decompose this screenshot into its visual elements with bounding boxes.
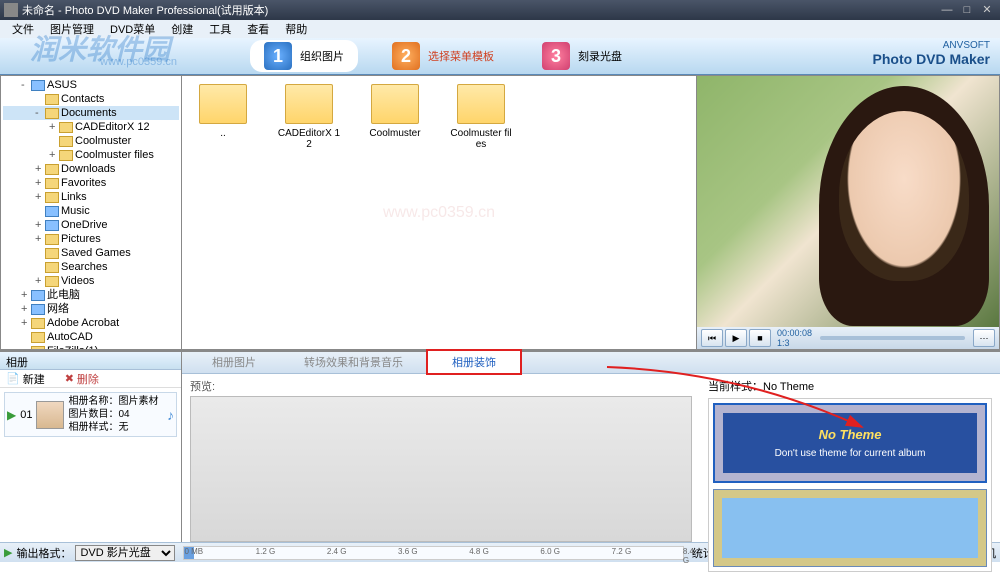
tree-node[interactable]: -ASUS [3,78,179,92]
new-icon: 📄 [6,372,20,385]
step-3[interactable]: 3刻录光盘 [528,40,636,72]
preview-panel: ⏮ ▶ ■ 00:00:081:3 ⋯ [697,75,1000,350]
play-icon: ▶ [7,408,16,422]
brand-label: ANVSOFT Photo DVD Maker [873,40,990,67]
play-icon: ▶ [4,546,12,559]
preview-label: 预览: [190,378,692,394]
tab-strip: 相册图片转场效果和背景音乐相册装饰 [182,352,1000,374]
tree-node[interactable]: +Favorites [3,176,179,190]
folder-tree[interactable]: -ASUSContacts-Documents+CADEditorX 12Coo… [0,75,182,350]
watermark-url: www.pc0359.cn [100,56,177,68]
close-button[interactable]: ✕ [978,3,996,17]
tree-node[interactable]: Coolmuster [3,134,179,148]
step-bar: 润米软件园 www.pc0359.cn 1组织图片2选择菜单模板3刻录光盘 AN… [0,38,1000,74]
output-format-select[interactable]: DVD 影片光盘 [75,545,175,561]
menu-item[interactable]: 文件 [4,21,42,37]
delete-album-button[interactable]: ✖删除 [65,372,99,385]
browser-watermark: www.pc0359.cn [383,204,495,222]
folder-item[interactable]: Coolmuster [362,84,428,139]
window-title: 未命名 - Photo DVD Maker Professional(试用版本) [22,2,268,18]
step-2[interactable]: 2选择菜单模板 [378,40,508,72]
tabs-area: 相册图片转场效果和背景音乐相册装饰 预览: 当前样式：No Theme No T… [182,352,1000,542]
tree-node[interactable]: FileZilla(1) [3,344,179,350]
folder-icon [371,84,419,124]
folder-icon [457,84,505,124]
tree-node[interactable]: +CADEditorX 12 [3,120,179,134]
menu-item[interactable]: 工具 [201,21,239,37]
tab[interactable]: 相册图片 [188,351,280,373]
album-toolbar: 📄新建 ✖删除 [0,370,181,388]
menu-item[interactable]: 图片管理 [42,21,102,37]
album-header: 相册 [0,352,181,370]
tree-node[interactable]: +OneDrive [3,218,179,232]
tree-node[interactable]: AutoCAD [3,330,179,344]
tree-node[interactable]: Saved Games [3,246,179,260]
minimize-button[interactable]: — [938,3,956,17]
menubar: 文件图片管理DVD菜单创建工具查看帮助 [0,20,1000,38]
tree-node[interactable]: +Coolmuster files [3,148,179,162]
folder-item[interactable]: Coolmuster files [448,84,514,150]
tree-node[interactable]: +Videos [3,274,179,288]
app-icon [4,3,18,17]
tree-node[interactable]: Searches [3,260,179,274]
album-item[interactable]: ▶01相册名称：图片素材图片数目：04相册样式：无♪ [4,392,177,437]
album-thumb [36,401,64,429]
preview-image [697,76,999,327]
album-list: ▶01相册名称：图片素材图片数目：04相册样式：无♪ [0,388,181,542]
menu-item[interactable]: DVD菜单 [102,21,163,37]
album-pane: 相册 📄新建 ✖删除 ▶01相册名称：图片素材图片数目：04相册样式：无♪ [0,352,182,542]
theme-list[interactable]: No Theme Don't use theme for current alb… [708,398,992,572]
folder-item[interactable]: .. [190,84,256,139]
main-area: -ASUSContacts-Documents+CADEditorX 12Coo… [0,74,1000,350]
stop-button[interactable]: ■ [749,329,771,347]
tree-node[interactable]: +Links [3,190,179,204]
player-time: 00:00:081:3 [777,328,812,348]
menu-item[interactable]: 创建 [163,21,201,37]
menu-item[interactable]: 查看 [239,21,277,37]
player-more-button[interactable]: ⋯ [973,329,995,347]
folder-icon [285,84,333,124]
play-button[interactable]: ▶ [725,329,747,347]
tree-node[interactable]: Contacts [3,92,179,106]
tree-node[interactable]: +Pictures [3,232,179,246]
titlebar: 未命名 - Photo DVD Maker Professional(试用版本)… [0,0,1000,20]
output-format-label: 输出格式： [16,545,71,561]
seek-slider[interactable] [820,336,965,340]
preview-canvas [190,396,692,542]
tree-node[interactable]: -Documents [3,106,179,120]
prev-button[interactable]: ⏮ [701,329,723,347]
theme-item-none[interactable]: No Theme Don't use theme for current alb… [713,403,987,483]
tree-node[interactable]: +此电脑 [3,288,179,302]
folder-icon [199,84,247,124]
lower-area: 相册 📄新建 ✖删除 ▶01相册名称：图片素材图片数目：04相册样式：无♪ 相册… [0,350,1000,542]
player-controls: ⏮ ▶ ■ 00:00:081:3 ⋯ [697,327,999,349]
new-album-button[interactable]: 📄新建 [6,372,45,385]
menu-item[interactable]: 帮助 [277,21,315,37]
tree-node[interactable]: +网络 [3,302,179,316]
tree-node[interactable]: +Adobe Acrobat [3,316,179,330]
delete-icon: ✖ [65,372,74,385]
step-1[interactable]: 1组织图片 [250,40,358,72]
disc-usage-ruler: 0 MB1.2 G2.4 G3.6 G4.8 G6.0 G7.2 G8.4 G [183,546,683,560]
folder-item[interactable]: CADEditorX 12 [276,84,342,150]
file-browser[interactable]: www.pc0359.cn .. CADEditorX 12 Coolmuster C… [182,75,697,350]
music-icon: ♪ [167,407,174,423]
tree-node[interactable]: Music [3,204,179,218]
tab[interactable]: 相册装饰 [427,350,521,374]
theme-item[interactable] [713,489,987,567]
current-theme-header: 当前样式：No Theme [708,378,992,394]
maximize-button[interactable]: □ [958,3,976,17]
theme-pane: 当前样式：No Theme No Theme Don't use theme f… [700,374,1000,576]
tab[interactable]: 转场效果和背景音乐 [280,351,427,373]
tree-node[interactable]: +Downloads [3,162,179,176]
